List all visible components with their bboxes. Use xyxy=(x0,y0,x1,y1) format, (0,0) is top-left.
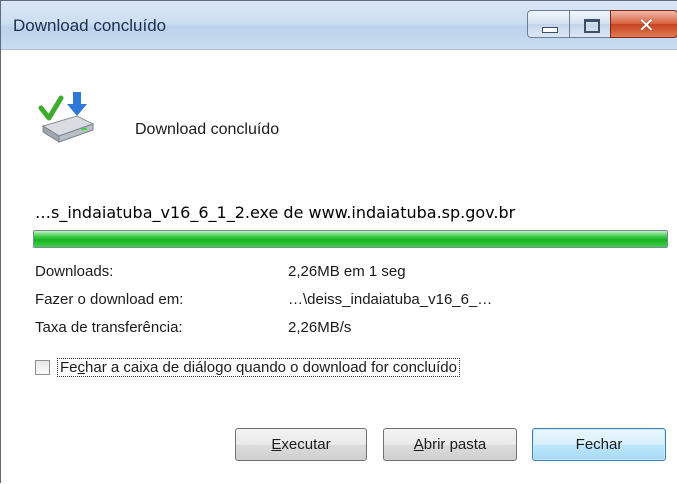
progress-fill xyxy=(34,231,667,247)
file-source-label: …s_indaiatuba_v16_6_1_2.exe de www.indai… xyxy=(35,203,516,222)
run-button[interactable]: Executar xyxy=(235,428,367,461)
close-button[interactable]: Fechar xyxy=(532,428,666,461)
status-heading: Download concluído xyxy=(135,121,280,138)
close-icon: ✕ xyxy=(638,15,655,37)
maximize-button[interactable] xyxy=(569,10,611,38)
minimize-button[interactable] xyxy=(527,10,570,38)
title-bar[interactable]: Download concluído ✕ xyxy=(1,1,677,50)
downloads-label: Downloads: xyxy=(35,263,114,280)
downloads-value: 2,26MB em 1 seg xyxy=(288,263,406,280)
open-folder-button[interactable]: Abrir pasta xyxy=(383,428,517,461)
download-progress-bar xyxy=(33,230,668,248)
transfer-rate-label: Taxa de transferência: xyxy=(35,319,183,336)
minimize-icon xyxy=(542,27,558,33)
download-path-value: …\deiss_indaiatuba_v16_6_… xyxy=(288,291,493,308)
transfer-rate-value: 2,26MB/s xyxy=(288,319,352,336)
close-when-done-label[interactable]: Fechar a caixa de diálogo quando o downl… xyxy=(57,358,460,377)
close-when-done-checkbox[interactable] xyxy=(35,360,50,375)
drive-download-check-icon xyxy=(38,92,95,143)
maximize-icon xyxy=(584,19,600,33)
window-title: Download concluído xyxy=(13,16,167,35)
download-complete-dialog: Download concluído ✕ Download concluído … xyxy=(0,0,677,484)
close-window-button[interactable]: ✕ xyxy=(610,10,677,38)
download-path-label: Fazer o download em: xyxy=(35,291,184,308)
